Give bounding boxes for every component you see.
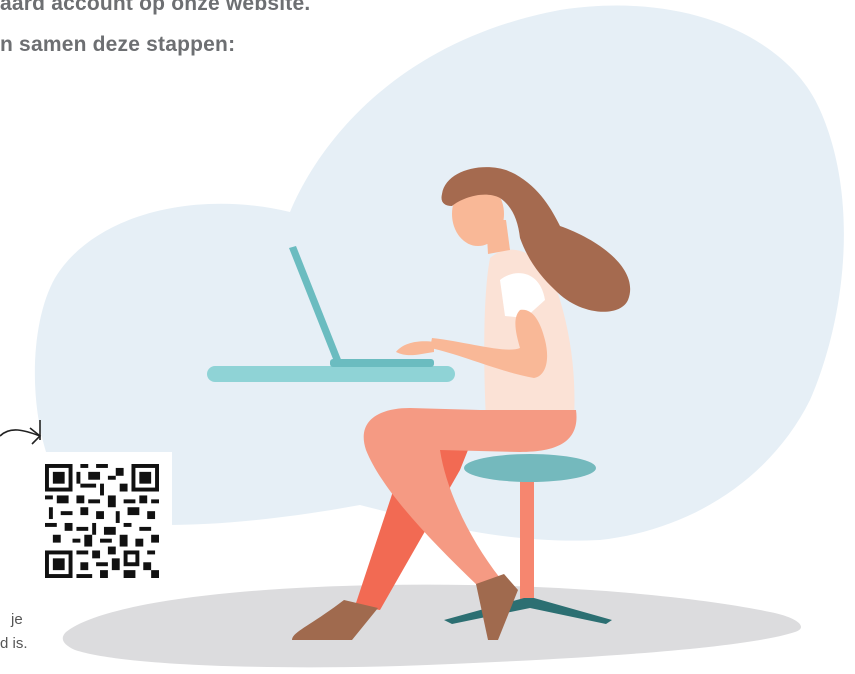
caption-line-1: je [11, 611, 23, 628]
floor-shadow [62, 584, 802, 668]
headline-line-1: aard account op onze website. [0, 0, 311, 15]
qr-code-area [0, 452, 172, 583]
curved-arrow-icon [0, 420, 42, 445]
qr-code-icon[interactable] [45, 464, 159, 578]
caption: je d is. [0, 608, 28, 656]
desk [207, 366, 455, 382]
headline-line-2: n samen deze stappen: [0, 33, 236, 56]
caption-line-2: d is. [0, 635, 28, 652]
